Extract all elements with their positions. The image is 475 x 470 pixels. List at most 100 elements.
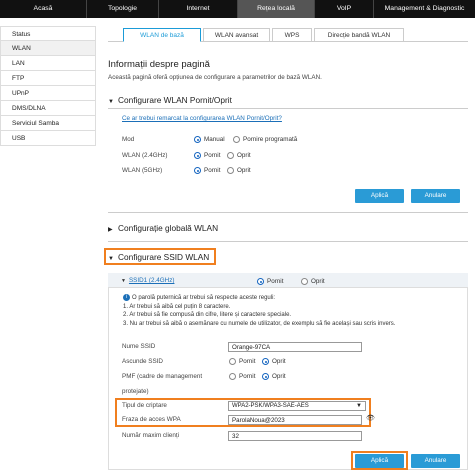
triangle-right-icon: ▶ <box>108 227 113 233</box>
triangle-down-icon: ▼ <box>121 278 126 284</box>
wpa-key-label: Fraza de acces WPA <box>122 416 181 423</box>
sidebar: Status WLAN LAN FTP UPnP DMS/DLNA Servic… <box>0 26 96 146</box>
radio-empty-icon <box>227 152 234 159</box>
wlan5-off-radio[interactable]: Oprit <box>227 167 251 174</box>
sidebar-item-ftp[interactable]: FTP <box>0 71 96 86</box>
section-wlan-onoff-header[interactable]: ▼ Configurare WLAN Pornit/Oprit <box>108 95 232 105</box>
wlan5-on-radio[interactable]: Pornit <box>194 167 220 174</box>
sidebar-item-samba[interactable]: Serviciul Samba <box>0 116 96 131</box>
radio-label: Oprit <box>237 152 251 159</box>
radio-selected-icon <box>194 152 201 159</box>
divider <box>108 212 468 213</box>
eye-icon[interactable]: 👁 <box>366 414 375 422</box>
section-title: Configurare SSID WLAN <box>118 252 210 262</box>
pmf-label: PMF (cadre de management <box>122 373 203 380</box>
ssid-apply-button[interactable]: Aplică <box>355 454 404 468</box>
radio-label: Oprit <box>237 167 251 174</box>
nav-acasa[interactable]: Acasă <box>0 0 87 18</box>
radio-label: Pornire programată <box>243 136 298 143</box>
sidebar-item-wlan[interactable]: WLAN <box>0 41 96 56</box>
page-description: Această pagină oferă opțiunea de configu… <box>108 74 322 81</box>
wlan24-label: WLAN (2.4GHz) <box>122 152 168 159</box>
section-ssid-header[interactable]: ▼ Configurare SSID WLAN <box>108 252 209 262</box>
hide-ssid-label: Ascunde SSID <box>122 358 163 365</box>
sidebar-item-upnp[interactable]: UPnP <box>0 86 96 101</box>
tab-directie-banda[interactable]: Direcție bandă WLAN <box>314 28 404 42</box>
wpa-key-input[interactable]: ParolaNoua@2023 <box>228 415 362 425</box>
wlan24-on-radio[interactable]: Pornit <box>194 152 220 159</box>
pmf-on-radio[interactable]: Pornit <box>229 373 255 380</box>
radio-label: Pornit <box>267 278 284 285</box>
pmf-off-radio[interactable]: Oprit <box>262 373 286 380</box>
radio-label: Oprit <box>272 373 286 380</box>
note-line: 3. Nu ar trebui să aibă o asemănare cu n… <box>123 321 396 328</box>
triangle-down-icon: ▼ <box>108 256 114 262</box>
radio-empty-icon <box>229 358 236 365</box>
triangle-down-icon: ▼ <box>108 99 114 105</box>
note-line: O parolă puternică ar trebui să respecte… <box>132 295 276 302</box>
help-link[interactable]: Ce ar trebui remarcat la configurarea WL… <box>122 115 282 122</box>
radio-selected-icon <box>262 373 269 380</box>
tab-wlan-avansat[interactable]: WLAN avansat <box>203 28 270 42</box>
nav-management[interactable]: Management & Diagnostic <box>374 0 475 18</box>
radio-empty-icon <box>227 167 234 174</box>
hide-ssid-off-radio[interactable]: Oprit <box>262 358 286 365</box>
sidebar-item-usb[interactable]: USB <box>0 131 96 146</box>
sidebar-item-status[interactable]: Status <box>0 26 96 41</box>
apply-button[interactable]: Aplică <box>355 189 404 203</box>
nav-internet[interactable]: Internet <box>159 0 238 18</box>
sidebar-item-dms-dlna[interactable]: DMS/DLNA <box>0 101 96 116</box>
radio-selected-icon <box>262 358 269 365</box>
radio-empty-icon <box>229 373 236 380</box>
ssid-tab-label: SSID1 (2.4GHz) <box>128 277 175 284</box>
radio-label: Oprit <box>272 358 286 365</box>
wlan24-off-radio[interactable]: Oprit <box>227 152 251 159</box>
max-clients-input[interactable]: 32 <box>228 431 362 441</box>
radio-label: Pornit <box>239 358 256 365</box>
ssid1-tab[interactable]: ▼ SSID1 (2.4GHz) <box>121 277 174 284</box>
password-note: iO parolă puternică ar trebui să respect… <box>123 294 463 329</box>
radio-label: Oprit <box>311 278 325 285</box>
divider <box>108 108 468 109</box>
radio-label: Pornit <box>204 152 221 159</box>
ssid-name-label: Nume SSID <box>122 343 156 350</box>
tab-wps[interactable]: WPS <box>272 28 312 42</box>
tab-wlan-baza[interactable]: WLAN de bază <box>123 28 201 42</box>
ssid-off-radio[interactable]: Oprit <box>301 278 325 285</box>
radio-label: Manual <box>204 136 225 143</box>
mode-label: Mod <box>122 136 135 143</box>
encryption-select[interactable]: WPA2-PSK/WPA3-SAE-AES ▼ <box>228 401 366 411</box>
section-title: Configurare WLAN Pornit/Oprit <box>118 95 232 105</box>
tab-bar: WLAN de bază WLAN avansat WPS Direcție b… <box>123 28 406 42</box>
nav-retea-locala[interactable]: Rețea locală <box>238 0 315 18</box>
mode-scheduled-radio[interactable]: Pornire programată <box>233 136 297 143</box>
nav-voip[interactable]: VoIP <box>315 0 374 18</box>
radio-label: Pornit <box>204 167 221 174</box>
wlan5-label: WLAN (5GHz) <box>122 167 163 174</box>
note-line: 2. Ar trebui să fie compusă din cifre, l… <box>123 312 292 319</box>
section-global-wlan-header[interactable]: ▶ Configurație globală WLAN <box>108 223 218 233</box>
radio-empty-icon <box>233 136 240 143</box>
max-clients-label: Număr maxim clienți <box>122 432 180 439</box>
top-nav: Acasă Topologie Internet Rețea locală Vo… <box>0 0 475 18</box>
ssid-on-radio[interactable]: Pornit <box>257 278 283 285</box>
section-title: Configurație globală WLAN <box>118 223 219 233</box>
encryption-value: WPA2-PSK/WPA3-SAE-AES <box>232 403 309 409</box>
divider <box>108 241 468 242</box>
ssid-name-input[interactable]: Orange-97CA <box>228 342 362 352</box>
radio-empty-icon <box>301 278 308 285</box>
page-title: Informații despre pagină <box>108 59 210 70</box>
radio-selected-icon <box>257 278 264 285</box>
radio-selected-icon <box>194 136 201 143</box>
ssid-cancel-button[interactable]: Anulare <box>411 454 460 468</box>
cancel-button[interactable]: Anulare <box>411 189 460 203</box>
chevron-down-icon: ▼ <box>356 403 362 409</box>
nav-topologie[interactable]: Topologie <box>87 0 159 18</box>
radio-selected-icon <box>194 167 201 174</box>
mode-manual-radio[interactable]: Manual <box>194 136 225 143</box>
sidebar-item-lan[interactable]: LAN <box>0 56 96 71</box>
encryption-label: Tipul de criptare <box>122 402 167 409</box>
hide-ssid-on-radio[interactable]: Pornit <box>229 358 255 365</box>
info-icon: i <box>123 294 130 301</box>
pmf-label-cont: protejate) <box>122 388 149 395</box>
